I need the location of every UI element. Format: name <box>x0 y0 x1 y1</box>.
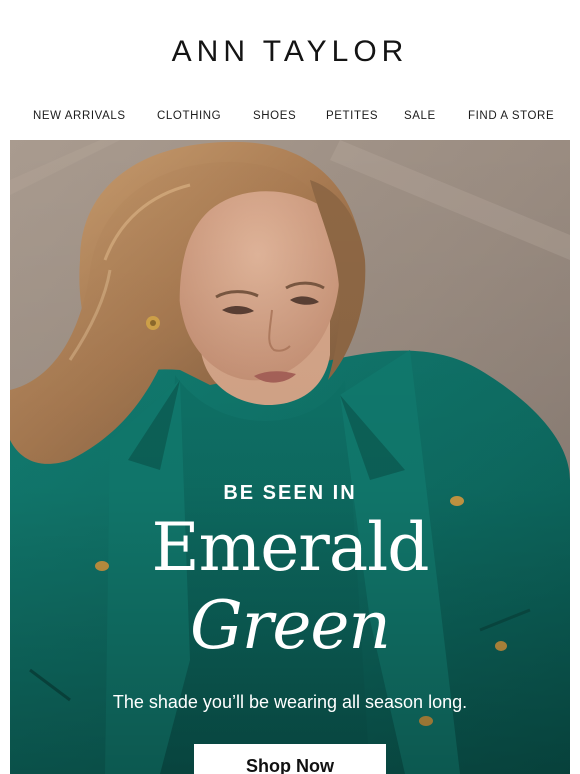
brand-logo[interactable]: ANN TAYLOR <box>0 34 580 70</box>
nav-item-new-arrivals[interactable]: NEW ARRIVALS <box>33 104 126 128</box>
nav-item-sale[interactable]: SALE <box>404 104 436 128</box>
nav-item-find-a-store[interactable]: FIND A STORE <box>468 104 554 128</box>
hero-photo <box>10 140 570 774</box>
hero-headline-line2: Green <box>190 587 391 664</box>
hero-eyebrow: BE SEEN IN <box>223 482 357 504</box>
main-nav: NEW ARRIVALS CLOTHING SHOES PETITES SALE… <box>0 104 580 128</box>
nav-item-shoes[interactable]: SHOES <box>253 104 296 128</box>
hero-banner[interactable]: BE SEEN IN Emerald Green The shade you’l… <box>10 140 570 774</box>
nav-item-petites[interactable]: PETITES <box>326 104 378 128</box>
header: ANN TAYLOR <box>0 0 580 98</box>
shop-now-button[interactable]: Shop Now <box>194 744 386 774</box>
hero-subcopy: The shade you’ll be wearing all season l… <box>112 692 468 712</box>
nav-item-clothing[interactable]: CLOTHING <box>157 104 221 128</box>
hero-headline-line1: Emerald <box>151 509 429 586</box>
